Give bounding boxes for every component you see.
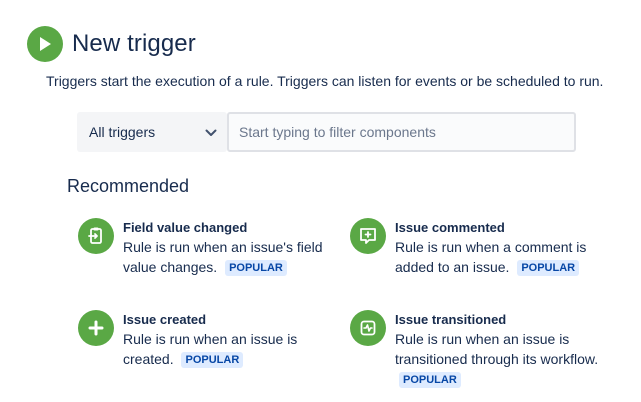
play-icon xyxy=(27,26,63,62)
trigger-description: Rule is run when an issue's field value … xyxy=(123,239,323,275)
popular-badge: POPULAR xyxy=(399,372,461,388)
page-subtitle: Triggers start the execution of a rule. … xyxy=(46,73,604,89)
trigger-card-issue-transitioned[interactable]: Issue transitioned Rule is run when an i… xyxy=(350,310,605,389)
trigger-title: Issue commented xyxy=(395,220,505,235)
filter-bar: All triggers xyxy=(77,112,576,152)
trigger-description: Rule is run when an issue is transitione… xyxy=(395,331,599,367)
field-change-icon xyxy=(78,218,114,254)
comment-icon xyxy=(350,218,386,254)
trigger-card-issue-created[interactable]: Issue created Rule is run when an issue … xyxy=(78,310,333,369)
filter-search-box xyxy=(227,112,576,152)
transition-icon xyxy=(350,310,386,346)
section-title-recommended: Recommended xyxy=(67,176,190,196)
page-title: New trigger xyxy=(72,30,196,57)
trigger-title: Issue created xyxy=(123,312,207,327)
plus-icon xyxy=(78,310,114,346)
filter-search-input[interactable] xyxy=(237,123,566,141)
popular-badge: POPULAR xyxy=(225,260,287,276)
trigger-title: Field value changed xyxy=(123,220,248,235)
popular-badge: POPULAR xyxy=(181,352,244,368)
chevron-down-icon xyxy=(205,124,217,140)
trigger-title: Issue transitioned xyxy=(395,312,507,327)
trigger-card-issue-commented[interactable]: Issue commented Rule is run when a comme… xyxy=(350,218,605,277)
trigger-type-select-value: All triggers xyxy=(89,124,156,140)
popular-badge: POPULAR xyxy=(517,260,580,276)
trigger-type-select[interactable]: All triggers xyxy=(77,112,227,152)
page-header: New trigger xyxy=(27,26,196,62)
trigger-card-field-value-changed[interactable]: Field value changed Rule is run when an … xyxy=(78,218,333,277)
